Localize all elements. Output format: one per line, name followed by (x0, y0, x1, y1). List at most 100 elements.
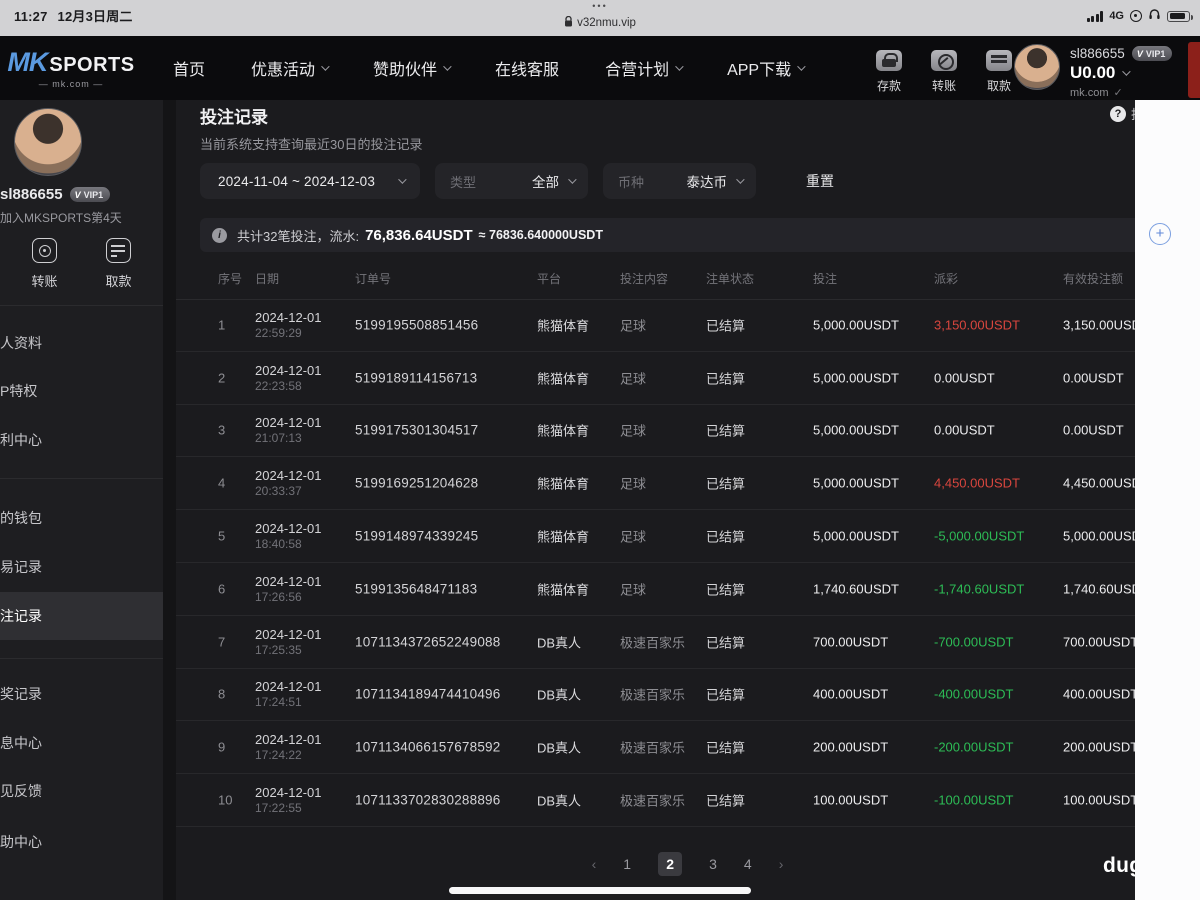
battery-icon (1167, 10, 1193, 22)
row-payout: -200.00USDT (934, 739, 1014, 755)
nav-item-6[interactable]: APP下载 (704, 56, 826, 80)
logo-subtext: — mk.com — (38, 79, 104, 89)
chevron-down-icon (675, 62, 684, 71)
sidebar-item-9[interactable]: 见反馈 (0, 767, 163, 815)
betting-rules-help[interactable]: ? 投 (1110, 104, 1135, 123)
row-platform: DB真人 (537, 740, 582, 756)
sidebar-item-4[interactable]: 的钱包 (0, 494, 163, 542)
question-icon: ? (1110, 105, 1126, 122)
deposit-icon (876, 50, 902, 71)
row-order-number: 5199189114156713 (355, 370, 478, 386)
pager-page-3[interactable]: 3 (709, 856, 717, 872)
date-range-value: 2024-11-04 ~ 2024-12-03 (218, 173, 376, 189)
row-datetime: 2024-12-01 22:23:58 (255, 363, 322, 393)
row-datetime: 2024-12-01 17:25:35 (255, 627, 322, 657)
row-datetime: 2024-12-01 17:22:55 (255, 785, 322, 815)
sidebar-item-8[interactable]: 息中心 (0, 719, 163, 767)
row-time: 18:40:58 (255, 537, 302, 552)
date-range-picker[interactable]: 2024-11-04 ~ 2024-12-03 (200, 163, 420, 199)
row-bet-content: 足球 (620, 318, 647, 334)
sidebar-action-withdraw[interactable]: 取款 (95, 238, 143, 290)
table-row: 2 2024-12-01 22:23:58 5199189114156713 熊猫体育 足… (176, 352, 1135, 405)
pager-prev[interactable]: ‹ (592, 856, 597, 872)
sidebar-item-6[interactable]: 注记录 (0, 592, 163, 640)
nav-item-5[interactable]: 合营计划 (582, 56, 704, 80)
reset-button[interactable]: 重置 (806, 163, 834, 199)
site-header: MK SPORTS — mk.com — 首页 优惠活动 赞助伙伴 在线客服 合营计划 A… (0, 36, 1200, 100)
sidebar-item-10[interactable]: 助中心 (0, 818, 163, 866)
avatar[interactable] (1014, 44, 1060, 90)
row-time: 17:22:55 (255, 801, 302, 816)
row-status: 已结算 (706, 529, 746, 545)
edge-red-widget[interactable] (1188, 42, 1200, 98)
row-time: 21:07:13 (255, 431, 302, 446)
balance-value: U0.00 (1070, 63, 1116, 82)
row-platform: 熊猫体育 (537, 476, 590, 492)
pager-next[interactable]: › (779, 856, 784, 872)
quick-action-deposit[interactable]: 存款 (872, 50, 906, 94)
row-status: 已结算 (706, 582, 746, 598)
sidebar-item-7[interactable]: 奖记录 (0, 670, 163, 718)
row-order-number: 5199135648471183 (355, 581, 478, 597)
nav-item-label: 合营计划 (605, 62, 670, 79)
home-indicator[interactable] (449, 887, 751, 894)
mk-sports-logo[interactable]: MK SPORTS — mk.com — (7, 47, 134, 89)
chevron-down-icon (443, 62, 452, 71)
type-select[interactable]: 类型 全部 (435, 163, 588, 199)
row-datetime: 2024-12-01 17:26:56 (255, 574, 322, 604)
pager-page-2[interactable]: 2 (658, 852, 683, 876)
quick-action-label: 取款 (986, 79, 1011, 93)
network-label: 4G (1109, 10, 1124, 22)
pager-page-4[interactable]: 4 (744, 856, 752, 872)
row-date: 2024-12-01 (255, 468, 322, 484)
chevron-down-icon (321, 62, 330, 71)
row-payout: -100.00USDT (934, 792, 1014, 808)
table-header: 序号 日期 订单号 平台 投注内容 注单状态 投注 派彩 有效投注额 (176, 270, 1135, 296)
row-order-number: 1071133702830288896 (355, 792, 501, 808)
sidebar-item-5[interactable]: 易记录 (0, 543, 163, 591)
row-status: 已结算 (706, 423, 746, 439)
sidebar-actions: 转账 取款 (0, 238, 163, 290)
row-payout: -400.00USDT (934, 686, 1014, 702)
add-floating-icon[interactable]: + (1149, 223, 1171, 245)
row-datetime: 2024-12-01 18:40:58 (255, 521, 322, 551)
logo-mk: MK (7, 47, 48, 77)
type-value: 全部 (532, 175, 559, 190)
column-header-9: 有效投注额 (1063, 272, 1124, 286)
nav-item-2[interactable]: 优惠活动 (228, 56, 350, 80)
currency-select[interactable]: 币种 泰达币 (603, 163, 756, 199)
row-payout: -1,740.60USDT (934, 581, 1025, 597)
main-content: 投注记录 ? 投 当前系统支持查询最近30日的投注记录 2024-11-04 ~… (176, 100, 1135, 900)
quick-action-withdraw[interactable]: 取款 (982, 50, 1016, 94)
sidebar-item-2[interactable]: P特权 (0, 367, 163, 415)
row-bet-content: 足球 (620, 371, 647, 387)
chevron-down-icon (736, 175, 745, 184)
balance-dropdown[interactable]: U0.00 (1070, 63, 1172, 83)
chevron-down-icon (797, 62, 806, 71)
quick-action-transfer[interactable]: 转账 (927, 50, 961, 94)
sidebar-avatar[interactable] (14, 108, 82, 176)
row-date: 2024-12-01 (255, 310, 322, 326)
row-time: 20:33:37 (255, 484, 302, 499)
address-bar[interactable]: v32nmu.vip (0, 15, 1200, 30)
divider (0, 305, 163, 306)
row-time: 17:24:51 (255, 695, 302, 710)
user-menu[interactable]: sl886655 V VIP1 U0.00 mk.com ✓ (1014, 44, 1173, 99)
table-row: 6 2024-12-01 17:26:56 5199135648471183 熊猫体育 足… (176, 563, 1135, 616)
sidebar-action-transfer[interactable]: 转账 (21, 238, 69, 290)
sidebar-item-1[interactable]: 人资料 (0, 319, 163, 367)
row-platform: DB真人 (537, 687, 582, 703)
pagination: ‹ 1 2 3 4 › (208, 850, 1135, 878)
column-header-8: 派彩 (934, 272, 959, 286)
row-index: 2 (218, 370, 226, 386)
nav-item-3[interactable]: 赞助伙伴 (350, 56, 472, 80)
nav-item-4[interactable]: 在线客服 (472, 56, 582, 80)
nav-item-1[interactable]: 首页 (150, 56, 228, 80)
row-bet-amount: 5,000.00USDT (813, 528, 899, 544)
table-body: 1 2024-12-01 22:59:29 5199195508851456 熊猫体育足… (176, 299, 1135, 827)
right-white-panel: + (1135, 100, 1200, 900)
row-datetime: 2024-12-01 17:24:51 (255, 679, 322, 709)
pager-page-1[interactable]: 1 (623, 856, 631, 872)
sidebar-item-3[interactable]: 利中心 (0, 416, 163, 464)
row-platform: 熊猫体育 (537, 582, 590, 598)
